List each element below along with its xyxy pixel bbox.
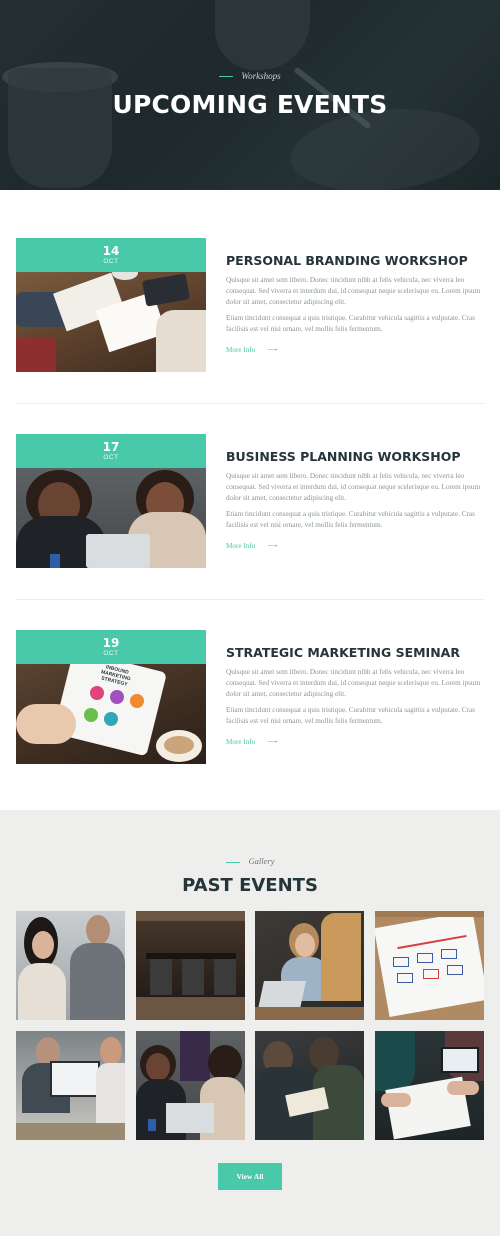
event-description: Quisque sit amet sem libero. Donec tinci… xyxy=(226,668,481,698)
hero-eyebrow: Workshops xyxy=(0,71,500,81)
event-month: OCT xyxy=(103,650,119,657)
more-info-link[interactable]: More Info ⟶ xyxy=(226,345,278,354)
event-date-badge: 14 OCT xyxy=(16,238,206,272)
event-image[interactable]: 17 OCT xyxy=(16,434,206,568)
gallery-image[interactable] xyxy=(16,1031,125,1140)
gallery-image[interactable] xyxy=(255,911,364,1020)
arrow-right-icon: ⟶ xyxy=(267,542,278,550)
gallery-eyebrow: Gallery xyxy=(0,856,500,866)
hero-eyebrow-text: Workshops xyxy=(241,71,281,81)
more-info-label: More Info xyxy=(226,542,256,550)
event-photo-team-laptop xyxy=(16,468,206,568)
more-info-link[interactable]: More Info ⟶ xyxy=(226,737,278,746)
event-card: INBOUND MARKETING STRATEGY 19 OCT STRATE… xyxy=(16,630,486,764)
arrow-right-icon: ⟶ xyxy=(267,346,278,354)
gallery-eyebrow-text: Gallery xyxy=(248,856,275,866)
event-title[interactable]: PERSONAL BRANDING WORKSHOP xyxy=(226,253,468,268)
gallery-image[interactable] xyxy=(255,1031,364,1140)
accent-dash xyxy=(225,861,240,863)
hero-banner: Workshops UPCOMING EVENTS xyxy=(0,0,500,190)
event-description-secondary: Etiam tincidunt consequat a quis tristiq… xyxy=(226,510,475,529)
event-description: Quisque sit amet sem libero. Donec tinci… xyxy=(226,472,481,502)
event-card: 17 OCT BUSINESS PLANNING WORKSHOP Quisqu… xyxy=(16,434,486,568)
event-day: 19 xyxy=(102,636,120,650)
more-info-label: More Info xyxy=(226,738,256,746)
event-image[interactable]: INBOUND MARKETING STRATEGY 19 OCT xyxy=(16,630,206,764)
accent-dash xyxy=(219,76,234,78)
more-info-link[interactable]: More Info ⟶ xyxy=(226,541,278,550)
view-all-button[interactable]: View All xyxy=(218,1163,282,1190)
gallery-image[interactable] xyxy=(375,911,484,1020)
gallery-image[interactable] xyxy=(136,911,245,1020)
event-description-secondary: Etiam tincidunt consequat a quis tristiq… xyxy=(226,706,475,725)
event-title[interactable]: STRATEGIC MARKETING SEMINAR xyxy=(226,645,460,660)
event-month: OCT xyxy=(103,454,119,461)
gallery-image[interactable] xyxy=(375,1031,484,1140)
event-day: 14 xyxy=(102,244,120,258)
event-description-secondary: Etiam tincidunt consequat a quis tristiq… xyxy=(226,314,475,333)
event-title[interactable]: BUSINESS PLANNING WORKSHOP xyxy=(226,449,461,464)
event-photo-meeting-table xyxy=(16,272,206,372)
event-month: OCT xyxy=(103,258,119,265)
event-photo-tablet-marketing: INBOUND MARKETING STRATEGY xyxy=(16,664,206,764)
event-divider xyxy=(16,599,484,600)
arrow-right-icon: ⟶ xyxy=(267,738,278,746)
past-events-title: PAST EVENTS xyxy=(182,875,318,896)
event-description: Quisque sit amet sem libero. Donec tinci… xyxy=(226,276,481,306)
hero-title: UPCOMING EVENTS xyxy=(112,90,388,119)
gallery-image[interactable] xyxy=(136,1031,245,1140)
event-divider xyxy=(16,403,484,404)
gallery-image[interactable] xyxy=(16,911,125,1020)
event-date-badge: 17 OCT xyxy=(16,434,206,468)
event-day: 17 xyxy=(102,440,120,454)
event-image[interactable]: 14 OCT xyxy=(16,238,206,372)
more-info-label: More Info xyxy=(226,346,256,354)
event-date-badge: 19 OCT xyxy=(16,630,206,664)
event-card: 14 OCT PERSONAL BRANDING WORKSHOP Quisqu… xyxy=(16,238,486,372)
